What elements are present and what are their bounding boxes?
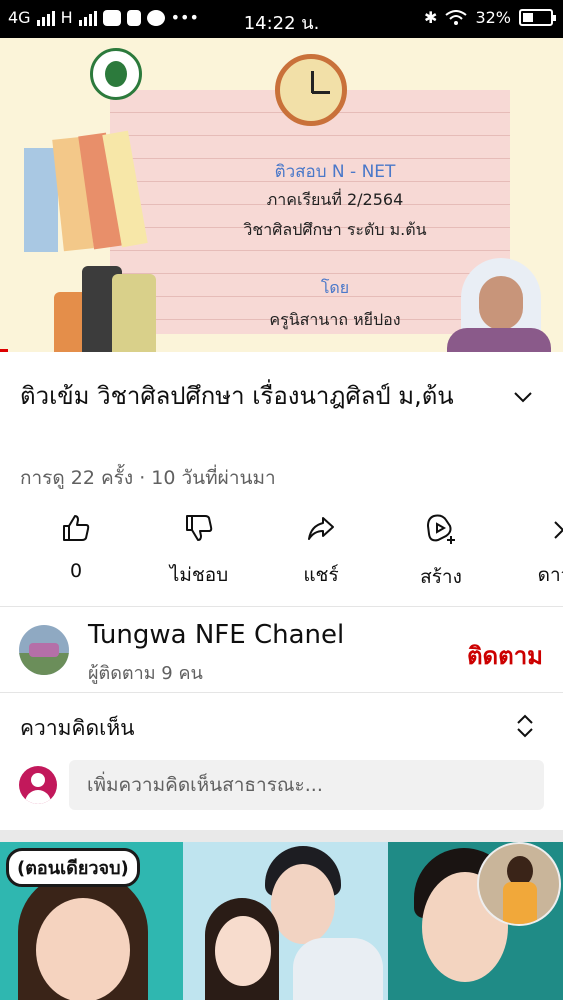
share-label: แชร์ (303, 564, 339, 586)
battery-percent: 32% (475, 8, 511, 27)
clock-illustration (275, 54, 347, 126)
bluetooth-icon: ✱ (424, 8, 438, 27)
like-icon (63, 515, 90, 541)
slide-semester: ภาคเรียนที่ 2/2564 (266, 190, 404, 209)
channel-avatar[interactable] (19, 625, 69, 675)
status-bar: 4G H ••• 14:22 น. ✱ 32% (0, 0, 563, 38)
book-illustration (24, 148, 58, 252)
section-gap (0, 830, 563, 842)
action-bar: 0 ไม่ชอบ แชร์ สร้าง ดาวน์ (0, 512, 563, 596)
battery-icon (519, 9, 556, 26)
share-icon (308, 517, 334, 540)
school-logo (90, 48, 142, 100)
like-count: 0 (69, 560, 83, 582)
divider (0, 692, 563, 693)
video-player[interactable]: ติวสอบ N - NET ภาคเรียนที่ 2/2564 วิชาศิ… (0, 38, 563, 352)
share-button[interactable]: แชร์ (266, 512, 376, 590)
video-title[interactable]: ติวเข้ม วิชาศิลปศึกษา เรื่องนาฎศิลป์ ม,ต… (20, 376, 490, 416)
download-button[interactable]: ดาวน์ (506, 512, 563, 590)
download-label: ดาวน์ (537, 564, 563, 586)
comment-input[interactable] (69, 760, 544, 810)
marker-illustration (112, 274, 156, 352)
channel-subscribers: ผู้ติดตาม 9 คน (88, 663, 203, 684)
thumb-panel-middle (183, 842, 388, 1000)
next-video-thumbnail[interactable]: (ตอนเดียวจบ) (0, 842, 563, 1000)
presenter-webcam (443, 258, 555, 352)
slide-heading: ติวสอบ N - NET (274, 162, 396, 182)
divider (0, 606, 563, 607)
video-progress-bar[interactable] (0, 349, 9, 352)
user-avatar (19, 766, 57, 804)
subscribe-button[interactable]: ติดตาม (467, 636, 543, 675)
chevron-down-icon[interactable] (512, 386, 534, 408)
slide-teacher: ครูนิสานาถ หยีปอง (269, 310, 401, 329)
dislike-button[interactable]: ไม่ชอบ (144, 512, 254, 590)
download-icon (554, 521, 563, 539)
wifi-icon (445, 9, 468, 25)
dislike-label: ไม่ชอบ (169, 564, 229, 586)
comments-heading[interactable]: ความคิดเห็น (20, 712, 135, 745)
status-right: ✱ 32% (424, 8, 556, 27)
like-button[interactable]: 0 (21, 512, 131, 582)
create-button[interactable]: สร้าง (386, 512, 496, 592)
channel-name[interactable]: Tungwa NFE Chanel (88, 620, 344, 650)
slide-subject: วิชาศิลปศึกษา ระดับ ม.ต้น (243, 220, 427, 239)
expand-icon[interactable] (514, 713, 536, 739)
create-label: สร้าง (420, 566, 462, 588)
thumbnail-badge: (ตอนเดียวจบ) (6, 848, 140, 887)
create-icon (426, 514, 455, 544)
dislike-icon (186, 515, 213, 541)
video-meta: การดู 22 ครั้ง · 10 วันที่ผ่านมา (20, 467, 276, 489)
slide-by-label: โดย (320, 278, 350, 297)
mini-player[interactable] (477, 842, 561, 926)
